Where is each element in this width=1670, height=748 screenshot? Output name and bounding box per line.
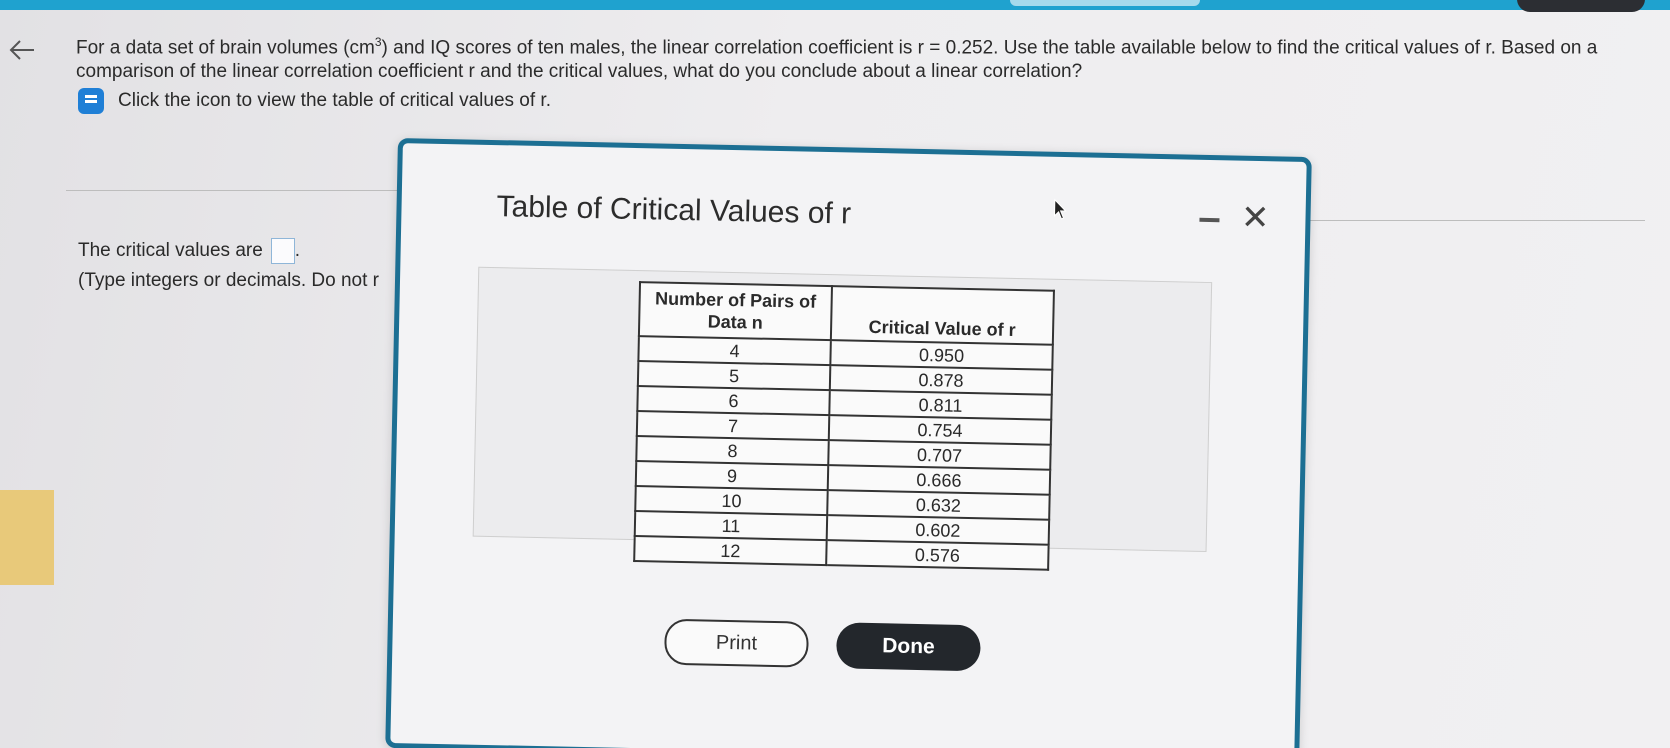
save-button[interactable]: [1517, 0, 1645, 12]
done-button[interactable]: Done: [835, 622, 981, 672]
answer-input[interactable]: [270, 238, 295, 264]
table-hint[interactable]: Click the icon to view the table of crit…: [78, 88, 551, 114]
progress-indicator: [1010, 0, 1200, 6]
answer-line: The critical values are .: [78, 238, 300, 264]
column-header-r: Critical Value of r: [830, 286, 1054, 345]
answer-instructions: (Type integers or decimals. Do not r: [78, 270, 379, 291]
mouse-cursor-icon: [1053, 198, 1067, 220]
back-arrow-icon[interactable]: [6, 34, 38, 66]
hint-text: Click the icon to view the table of crit…: [118, 90, 551, 111]
answer-prompt: The critical values are: [78, 240, 263, 261]
dialog-buttons: Print Done: [664, 618, 981, 672]
divider: [66, 190, 406, 191]
question-text: For a data set of brain volumes (cm3) an…: [76, 35, 1598, 83]
print-button[interactable]: Print: [664, 618, 809, 668]
table-panel: Number of Pairs of Data n Critical Value…: [472, 266, 1213, 571]
page: For a data set of brain volumes (cm3) an…: [0, 0, 1670, 748]
divider: [1305, 220, 1645, 221]
minimize-icon[interactable]: [1199, 217, 1220, 223]
column-header-n: Number of Pairs of Data n: [638, 282, 832, 341]
close-icon[interactable]: ✕: [1241, 199, 1270, 238]
critical-values-table: Number of Pairs of Data n Critical Value…: [633, 281, 1055, 571]
book-icon[interactable]: [78, 88, 104, 114]
critical-values-dialog: Table of Critical Values of r ✕ Number o…: [385, 138, 1312, 748]
dialog-title: Table of Critical Values of r: [496, 190, 852, 231]
top-bar: [0, 0, 1670, 12]
side-tab[interactable]: [0, 490, 54, 585]
period: .: [294, 240, 301, 261]
